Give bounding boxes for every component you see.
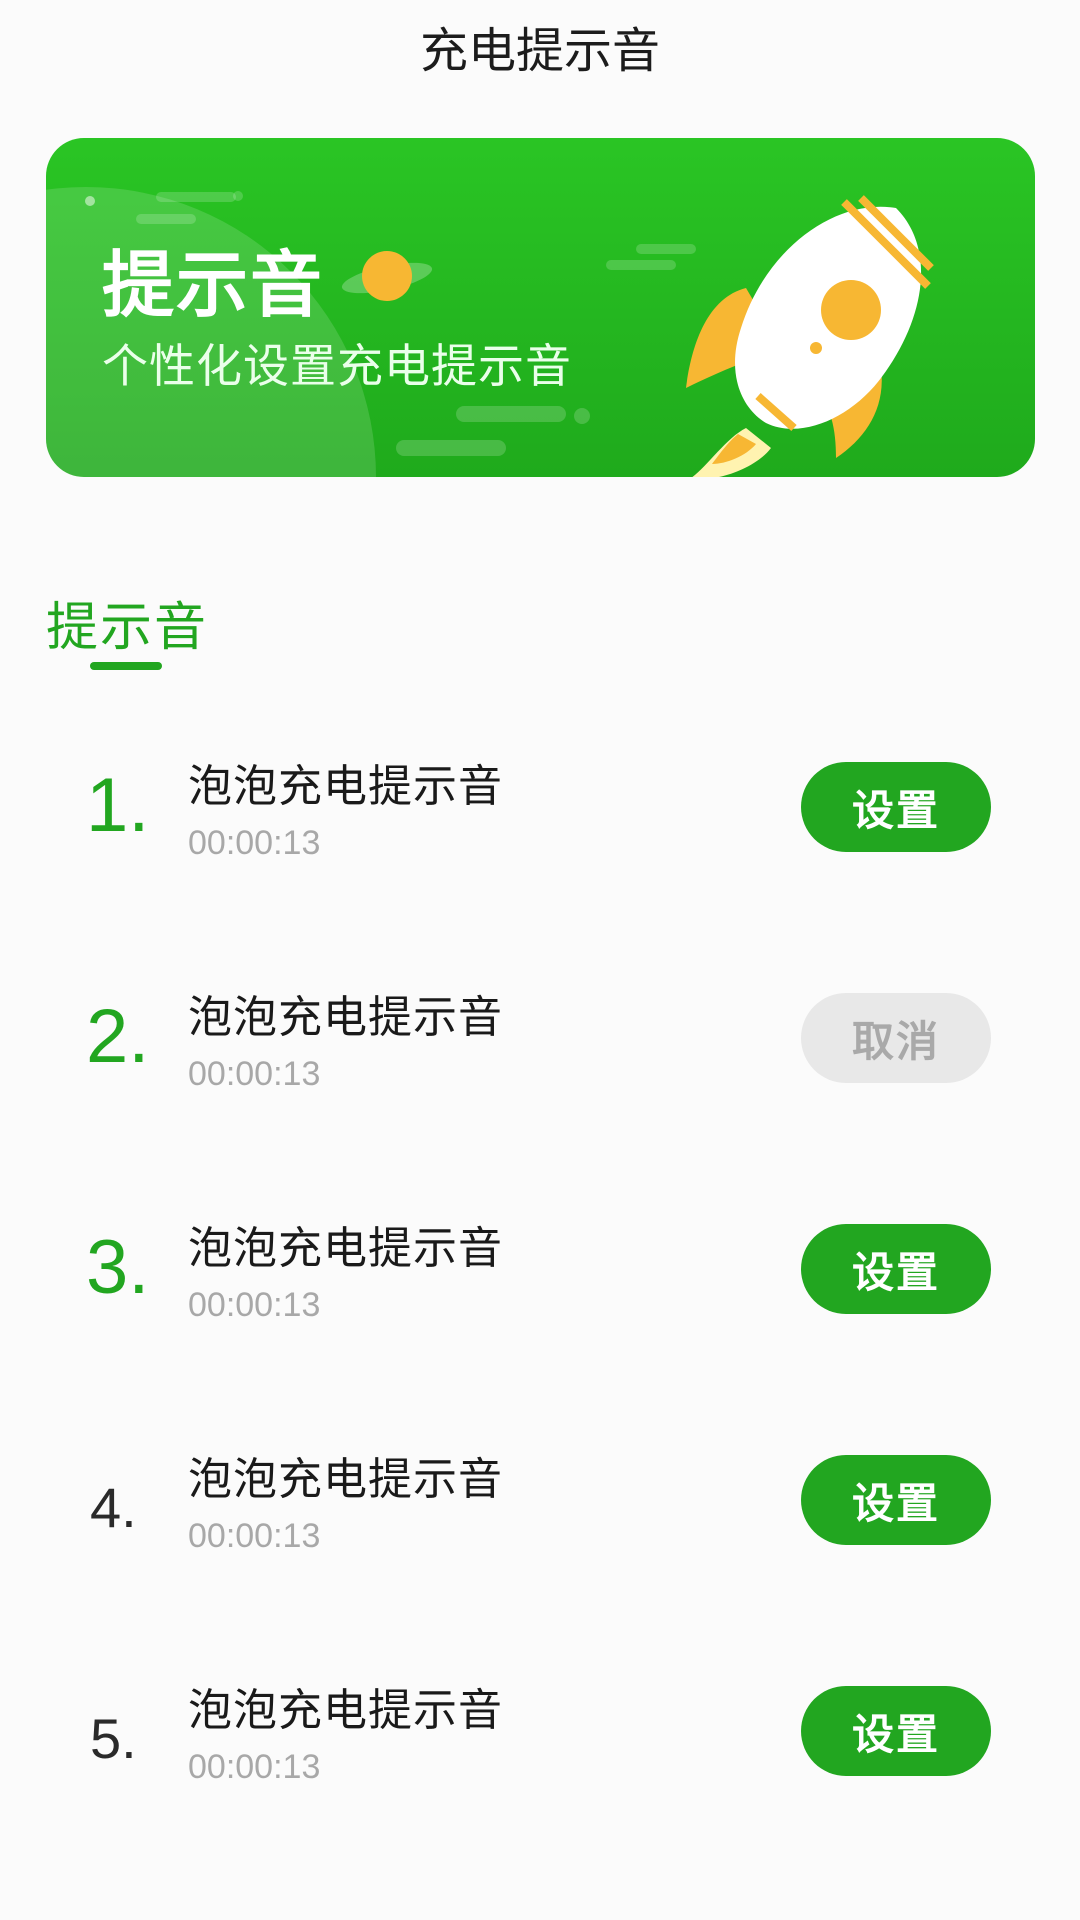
item-name: 泡泡充电提示音: [188, 1223, 503, 1274]
item-duration: 00:00:13: [188, 1055, 321, 1093]
item-duration: 00:00:13: [188, 1517, 321, 1555]
section-tab-title[interactable]: 提示音: [46, 585, 208, 660]
list-item: 5. 泡泡充电提示音 00:00:13 设置: [0, 1644, 1080, 1875]
app-root: 充电提示音 提示音 个性化设置充电提示音 提示音 1. 泡泡充电提示音 00:0…: [0, 0, 1080, 1920]
set-button[interactable]: 设置: [801, 762, 991, 852]
banner-title: 提示音: [102, 243, 325, 327]
item-number: 3.: [86, 1225, 150, 1310]
list-item: 2. 泡泡充电提示音 00:00:13 取消: [0, 951, 1080, 1182]
item-name: 泡泡充电提示音: [188, 761, 503, 812]
list-item: 4. 泡泡充电提示音 00:00:13 设置: [0, 1413, 1080, 1644]
page-title: 充电提示音: [419, 23, 660, 79]
cancel-button[interactable]: 取消: [801, 993, 991, 1083]
set-button[interactable]: 设置: [801, 1686, 991, 1776]
item-name: 泡泡充电提示音: [188, 992, 503, 1043]
item-duration: 00:00:13: [188, 1286, 321, 1324]
item-duration: 00:00:13: [188, 824, 321, 862]
banner: 提示音 个性化设置充电提示音: [46, 138, 1035, 477]
banner-subtitle: 个性化设置充电提示音: [102, 339, 572, 393]
set-button[interactable]: 设置: [801, 1455, 991, 1545]
item-number: 1.: [86, 763, 150, 848]
planet-icon: [341, 251, 433, 301]
item-duration: 00:00:13: [188, 1748, 321, 1786]
item-number: 4.: [90, 1476, 137, 1539]
list-item: 3. 泡泡充电提示音 00:00:13 设置: [0, 1182, 1080, 1413]
tab-indicator: [90, 662, 162, 670]
set-button[interactable]: 设置: [801, 1224, 991, 1314]
top-bar: 充电提示音: [0, 0, 1080, 100]
list-item: 1. 泡泡充电提示音 00:00:13 设置: [0, 720, 1080, 951]
item-number: 2.: [86, 994, 150, 1079]
item-name: 泡泡充电提示音: [188, 1685, 503, 1736]
item-number: 5.: [90, 1707, 137, 1770]
rocket-icon: [686, 195, 934, 477]
sound-list: 1. 泡泡充电提示音 00:00:13 设置 2. 泡泡充电提示音 00:00:…: [0, 720, 1080, 1875]
item-name: 泡泡充电提示音: [188, 1454, 503, 1505]
